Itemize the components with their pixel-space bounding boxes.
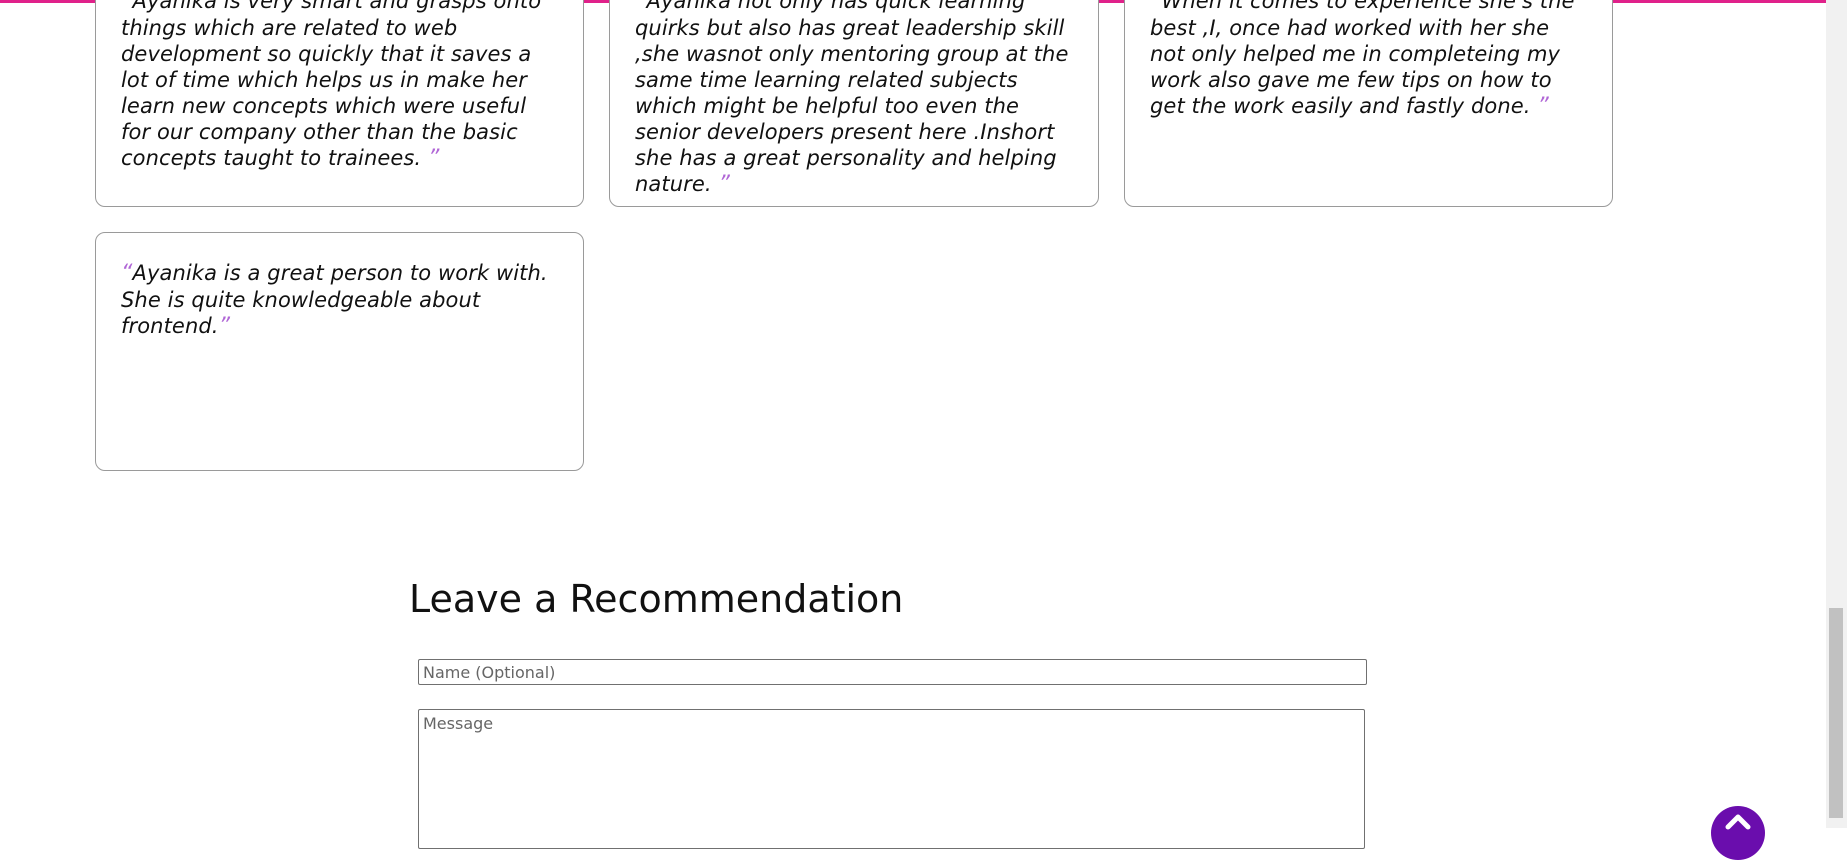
- close-quote-mark: ”: [218, 314, 231, 339]
- close-quote-mark: ”: [1537, 94, 1549, 119]
- recommendation-text: Ayanika is very smart and grasps onto th…: [121, 0, 542, 170]
- recommendation-card: “When it comes to experience she's the b…: [1124, 0, 1613, 207]
- message-textarea[interactable]: [418, 709, 1365, 849]
- open-quote-mark: “: [121, 261, 133, 286]
- recommendation-card: “Ayanika is very smart and grasps onto t…: [95, 0, 584, 207]
- leave-recommendation-title: Leave a Recommendation: [409, 577, 904, 621]
- page-scrollbar-thumb[interactable]: [1829, 608, 1843, 818]
- recommendation-text-block: “Ayanika not only has quick learning qui…: [635, 0, 1073, 198]
- recommendation-text-block: “When it comes to experience she's the b…: [1150, 0, 1587, 120]
- close-quote-mark: ”: [427, 146, 440, 171]
- recommendation-card: “Ayanika not only has quick learning qui…: [609, 0, 1099, 207]
- name-input[interactable]: [418, 659, 1367, 685]
- recommendation-text-block: “Ayanika is very smart and grasps onto t…: [121, 0, 558, 172]
- recommendation-text: When it comes to experience she's the be…: [1150, 0, 1575, 118]
- open-quote-mark: “: [635, 0, 647, 14]
- recommendation-text: Ayanika is a great person to work with. …: [121, 261, 548, 338]
- recommendation-card: “Ayanika is a great person to work with.…: [95, 232, 584, 471]
- close-quote-mark: ”: [718, 172, 730, 197]
- chevron-up-icon: [1725, 814, 1751, 830]
- open-quote-mark: “: [121, 0, 133, 14]
- recommendation-text: Ayanika not only has quick learning quir…: [635, 0, 1069, 196]
- recommendation-text-block: “Ayanika is a great person to work with.…: [121, 260, 558, 340]
- scroll-to-top-button[interactable]: [1711, 806, 1765, 860]
- open-quote-mark: “: [1150, 0, 1162, 14]
